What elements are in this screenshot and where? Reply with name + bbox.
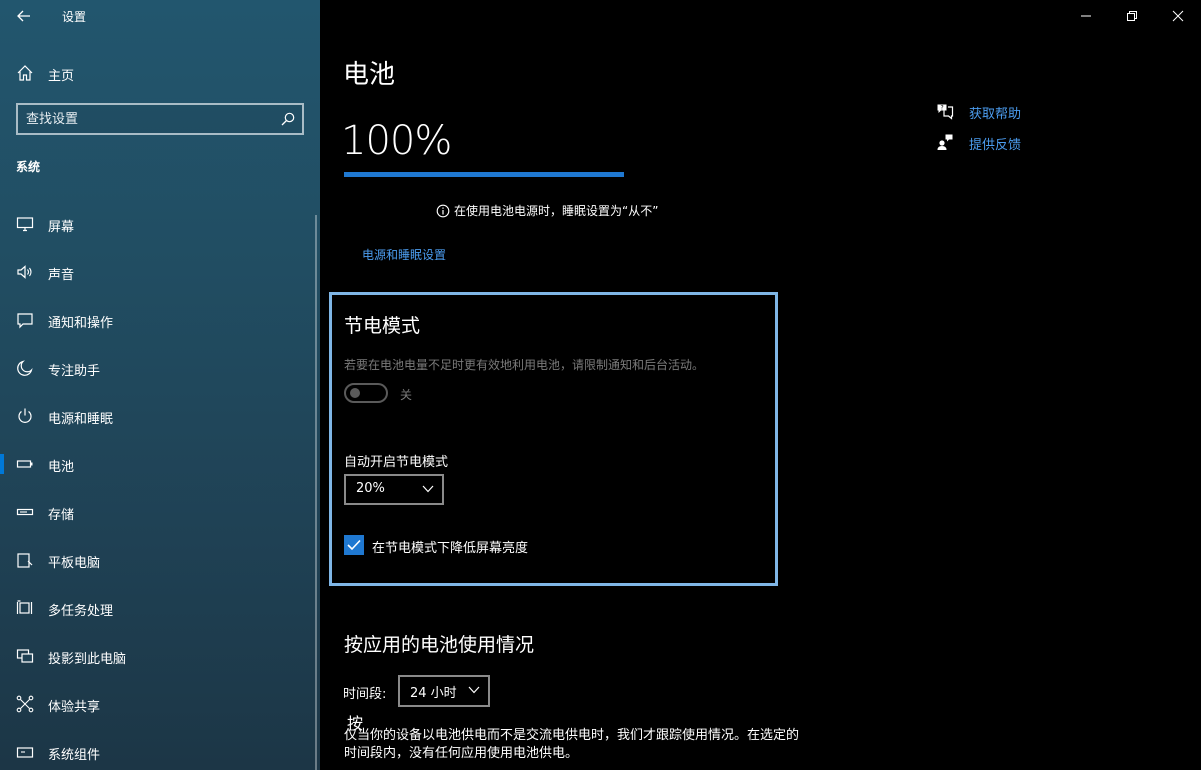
app-title: 设置: [62, 10, 87, 24]
sidebar-item-storage[interactable]: 存储: [0, 492, 316, 532]
message-icon: [17, 313, 33, 329]
battery-level-bar: [344, 172, 624, 177]
dropdown-value: 24 小时: [410, 686, 457, 701]
sidebar-item-focus-assist[interactable]: 专注助手: [0, 348, 316, 388]
close-icon: [1172, 10, 1184, 22]
sidebar-item-label: 平板电脑: [48, 556, 101, 571]
battery-percent: 100%: [341, 118, 452, 164]
checkmark-icon: [347, 539, 361, 551]
feedback-person-icon: [937, 134, 953, 150]
sidebar-item-label: 电源和睡眠: [48, 412, 114, 427]
lower-brightness-checkbox[interactable]: [344, 535, 364, 555]
sidebar-scrollbar[interactable]: [315, 215, 317, 770]
search-box[interactable]: [16, 103, 304, 135]
sidebar-item-sound[interactable]: 声音: [0, 252, 316, 292]
sleep-note: 在使用电池电源时，睡眠设置为“从不”: [436, 202, 658, 219]
sidebar-item-label: 电池: [48, 460, 75, 475]
sidebar-item-power-sleep[interactable]: 电源和睡眠: [0, 396, 316, 436]
selection-indicator: [0, 454, 4, 474]
battery-saver-toggle[interactable]: [344, 383, 388, 403]
sidebar-item-label: 屏幕: [48, 220, 75, 235]
power-sleep-settings-link[interactable]: 电源和睡眠设置: [362, 246, 446, 263]
battery-usage-title: 按应用的电池使用情况: [344, 634, 535, 656]
give-feedback-link[interactable]: 提供反馈: [969, 134, 1021, 153]
sidebar-item-tablet[interactable]: 平板电脑: [0, 540, 316, 580]
restore-icon: [1127, 11, 1137, 21]
time-period-label: 时间段:: [343, 687, 387, 702]
sidebar-item-battery[interactable]: 电池: [0, 444, 316, 484]
monitor-icon: [16, 217, 34, 232]
toggle-knob: [350, 388, 360, 398]
close-button[interactable]: [1155, 0, 1201, 32]
sidebar-item-label: 存储: [48, 508, 75, 523]
get-help-link[interactable]: 获取帮助: [969, 103, 1021, 122]
sidebar-item-multitasking[interactable]: 多任务处理: [0, 588, 316, 628]
search-icon[interactable]: [280, 111, 296, 127]
minimize-button[interactable]: [1063, 0, 1109, 32]
back-arrow-icon: [17, 10, 30, 22]
dropdown-value: 20%: [356, 481, 385, 496]
minimize-icon: [1081, 15, 1091, 17]
battery-icon: [16, 460, 33, 468]
sidebar-item-label: 投影到此电脑: [48, 652, 127, 667]
sidebar-item-notifications[interactable]: 通知和操作: [0, 300, 316, 340]
help-chat-icon: ?: [937, 104, 954, 120]
sidebar-item-label: 通知和操作: [48, 316, 114, 331]
sidebar: 设置 主页 系统 屏幕 声音 通知和操作 专注助手 电源和睡眠 电池 存储: [0, 0, 320, 770]
battery-saver-toggle-state: 关: [400, 388, 413, 402]
storage-icon: [16, 508, 34, 516]
sidebar-item-label: 多任务处理: [48, 604, 114, 619]
project-icon: [16, 649, 34, 663]
give-feedback[interactable]: 提供反馈: [936, 132, 1076, 153]
auto-saver-threshold-dropdown[interactable]: 20%: [344, 474, 444, 505]
sidebar-item-label: 声音: [48, 268, 75, 283]
back-button[interactable]: [14, 6, 34, 26]
share-icon: [16, 695, 34, 713]
sleep-note-text: 在使用电池电源时，睡眠设置为“从不”: [454, 204, 659, 218]
sidebar-item-system-components[interactable]: 系统组件: [0, 732, 316, 770]
sidebar-item-label: 主页: [48, 69, 75, 84]
moon-icon: [17, 360, 33, 376]
sidebar-titlebar: 设置: [0, 0, 320, 32]
page-title: 电池: [343, 60, 396, 90]
info-icon: [436, 204, 450, 217]
chevron-down-icon: [422, 485, 434, 493]
battery-saver-description: 若要在电池电量不足时更有效地利用电池，请限制通知和后台活动。: [344, 358, 705, 372]
components-icon: [16, 747, 34, 758]
section-title: 系统: [16, 160, 41, 174]
battery-level-fill: [344, 172, 624, 177]
restore-button[interactable]: [1109, 0, 1155, 32]
sidebar-item-label: 体验共享: [48, 700, 101, 715]
speaker-icon: [17, 265, 32, 279]
battery-saver-title: 节电模式: [344, 315, 421, 337]
lower-brightness-label[interactable]: 在节电模式下降低屏幕亮度: [372, 537, 528, 556]
chevron-down-icon: [468, 686, 480, 694]
sidebar-item-label: 专注助手: [48, 364, 101, 379]
sidebar-item-label: 系统组件: [48, 748, 101, 763]
home-icon: [17, 65, 33, 81]
tablet-icon: [17, 553, 33, 568]
sidebar-item-home[interactable]: 主页: [0, 58, 320, 88]
time-period-dropdown[interactable]: 24 小时: [398, 675, 490, 707]
get-help[interactable]: ? 获取帮助: [936, 101, 1076, 122]
auto-saver-label: 自动开启节电模式: [344, 455, 449, 470]
search-input[interactable]: [26, 110, 274, 128]
sidebar-item-display[interactable]: 屏幕: [0, 204, 316, 244]
svg-text:?: ?: [941, 105, 944, 112]
sidebar-item-shared-experiences[interactable]: 体验共享: [0, 684, 316, 724]
sidebar-item-project[interactable]: 投影到此电脑: [0, 636, 316, 676]
battery-usage-description: 仅当你的设备以电池供电而不是交流电供电时，我们才跟踪使用情况。在选定的时间段内，…: [344, 728, 800, 761]
power-icon: [18, 408, 32, 423]
multitask-icon: [16, 600, 33, 614]
